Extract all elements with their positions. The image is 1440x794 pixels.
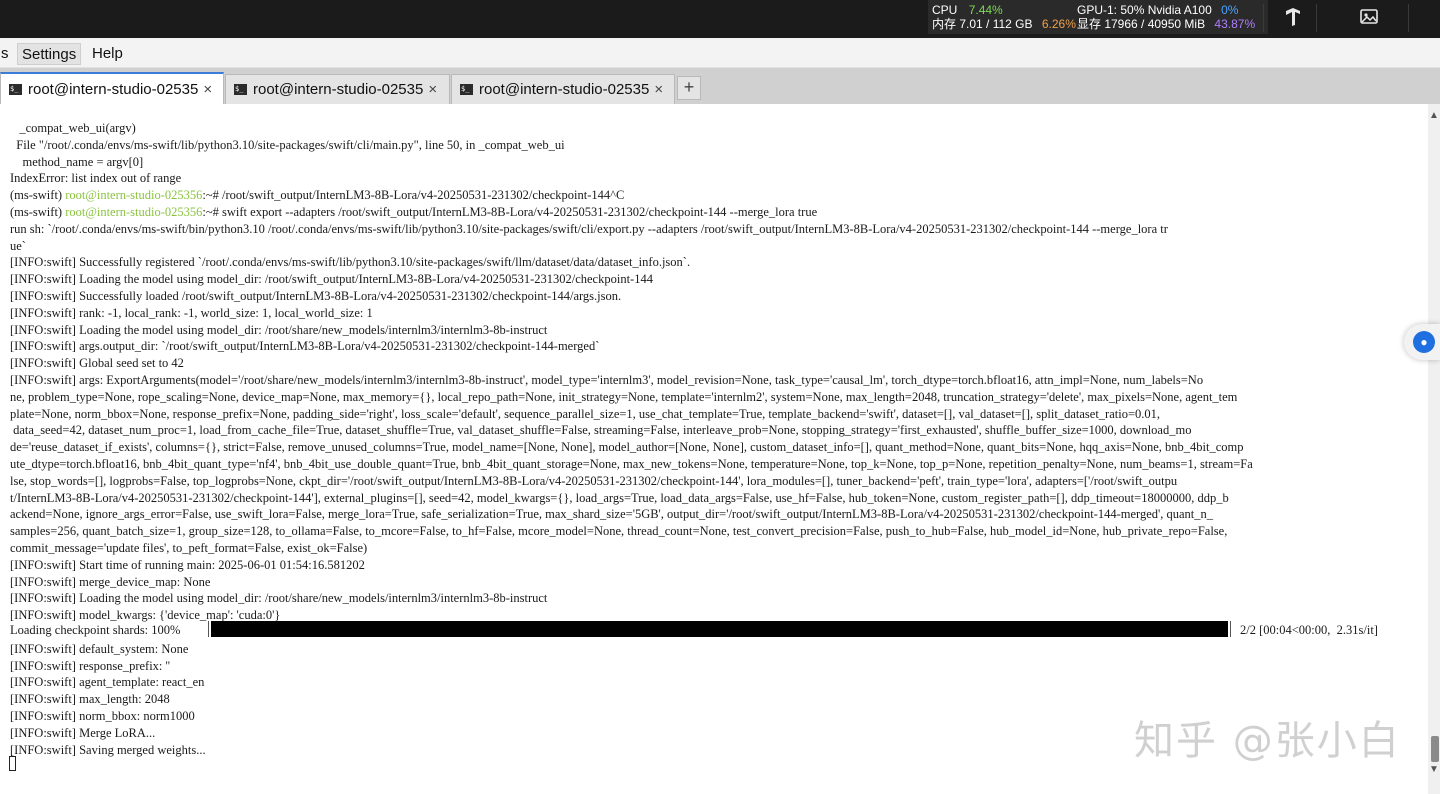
new-tab-button[interactable]: + (677, 76, 701, 100)
close-icon[interactable]: × (428, 81, 437, 98)
terminal-line: _compat_web_ui(argv) (10, 121, 136, 135)
tab-terminal-1[interactable]: $_ root@intern-studio-02535 × (0, 72, 224, 104)
vertical-scrollbar[interactable] (1428, 104, 1440, 794)
terminal-line: plate=None, norm_bbox=None, response_pre… (10, 406, 1160, 421)
terminal-line: run sh: `/root/.conda/envs/ms-swift/bin/… (10, 221, 1168, 236)
terminal-line: [INFO:swift] Successfully loaded /root/s… (10, 289, 622, 303)
scroll-down-icon[interactable]: ▼ (1429, 764, 1439, 775)
terminal-line: [INFO:swift] Loading the model using mod… (10, 322, 548, 337)
watermark: 知乎 @张小白 (1134, 718, 1401, 764)
terminal-line: [INFO:swift] default_system: None (10, 641, 189, 656)
menu-item-previous[interactable]: s (0, 43, 13, 65)
terminal-cursor (9, 756, 16, 771)
prompt-env: (ms-swift) (10, 188, 66, 202)
progress-label: Loading checkpoint shards: 100% (10, 623, 181, 637)
system-bar: CPU 7.44% 内存 7.01 / 112 GB 6.26% GPU-1: … (0, 0, 1440, 38)
terminal-line: data_seed=42, dataset_num_proc=1, load_f… (10, 423, 1192, 438)
progress-bar (211, 621, 1228, 637)
terminal-line: [INFO:swift] max_length: 2048 (10, 692, 170, 707)
tab-terminal-2[interactable]: $_ root@intern-studio-02535 × (225, 74, 450, 104)
menu-bar: s Settings Help (0, 38, 1440, 68)
close-icon[interactable]: × (203, 81, 212, 98)
terminal-line: commit_message='update files', to_peft_f… (10, 541, 368, 555)
terminal-icon: $_ (9, 83, 22, 95)
gpu-value: 0% (1221, 3, 1239, 17)
prompt-user: root@intern-studio-025356 (65, 188, 203, 202)
tab-label: root@intern-studio-02535 (253, 81, 424, 98)
terminal-output[interactable]: _compat_web_ui(argv) File "/root/.conda/… (0, 104, 1428, 794)
terminal-line: [INFO:swift] norm_bbox: norm1000 (10, 709, 195, 723)
scroll-up-icon[interactable]: ▲ (1429, 110, 1439, 121)
close-icon[interactable]: × (654, 81, 663, 98)
terminal-line: samples=256, quant_batch_size=1, group_s… (10, 524, 1228, 539)
prompt-line: (ms-swift) root@intern-studio-025356:~# … (10, 204, 817, 221)
terminal-line: [INFO:swift] merge_device_map: None (10, 574, 211, 589)
scrollbar-thumb[interactable] (1431, 736, 1439, 762)
cpu-label: CPU (932, 3, 958, 17)
terminal-line: File "/root/.conda/envs/ms-swift/lib/pyt… (10, 137, 565, 152)
cpu-value: 7.44% (968, 3, 1003, 17)
tab-terminal-3[interactable]: $_ root@intern-studio-02535 × (451, 74, 675, 104)
memory-stat: 内存 7.01 / 112 GB 6.26% (932, 17, 1076, 31)
tensorflow-logo-icon[interactable] (1282, 6, 1304, 28)
terminal-line: [INFO:swift] agent_template: react_en (10, 675, 205, 690)
vram-label: 显存 17966 / 40950 MiB (1077, 17, 1206, 31)
terminal-line: ackend=None, ignore_args_error=False, us… (10, 507, 1214, 522)
prompt-command: :~# swift export --adapters /root/swift_… (202, 205, 818, 219)
tab-label: root@intern-studio-02535 (28, 80, 199, 98)
terminal-line: [INFO:swift] Start time of running main:… (10, 557, 365, 572)
terminal-line: [INFO:swift] args: ExportArguments(model… (10, 373, 1204, 387)
terminal-line: [INFO:swift] Loading the model using mod… (10, 272, 653, 287)
terminal-line: ute_dtype=torch.bfloat16, bnb_4bit_quant… (10, 457, 1253, 471)
terminal-line: ue` (10, 238, 26, 253)
memory-label: 内存 7.01 / 112 GB (932, 17, 1033, 31)
vram-value: 43.87% (1214, 17, 1256, 31)
chat-bubble-icon: ● (1413, 331, 1435, 353)
terminal-line: IndexError: list index out of range (10, 171, 182, 186)
menu-item-settings[interactable]: Settings (17, 43, 82, 65)
terminal-icon: $_ (460, 84, 473, 95)
progress-cap-left (208, 621, 209, 637)
terminal-line: lse, stop_words=[], logprobs=False, top_… (10, 473, 1178, 488)
tab-label: root@intern-studio-02535 (479, 81, 650, 98)
terminal-line: ne, problem_type=None, rope_scaling=None… (10, 389, 1238, 404)
prompt-line: (ms-swift) root@intern-studio-025356:~# … (10, 187, 624, 204)
terminal-line: [INFO:swift] Merge LoRA... (10, 725, 156, 740)
prompt-env: (ms-swift) (10, 205, 66, 219)
tab-bar: $_ root@intern-studio-02535 × $_ root@in… (0, 68, 1440, 104)
cpu-stat: CPU 7.44% (932, 3, 1003, 17)
separator (1263, 4, 1264, 32)
vram-stat: 显存 17966 / 40950 MiB 43.87% (1077, 17, 1255, 31)
prompt-command: :~# /root/swift_output/InternLM3-8B-Lora… (202, 188, 625, 202)
terminal-line: method_name = argv[0] (10, 154, 144, 169)
terminal-line: [INFO:swift] Successfully registered `/r… (10, 255, 691, 270)
separator (1408, 4, 1409, 32)
progress-cap-right (1230, 621, 1231, 637)
menu-item-help[interactable]: Help (88, 43, 127, 65)
floating-assistant-button[interactable]: ● (1404, 324, 1440, 360)
progress-suffix: 2/2 [00:04<00:00, 2.31s/it] (1240, 623, 1378, 637)
prompt-user: root@intern-studio-025356 (65, 205, 203, 219)
terminal-line: de='reuse_dataset_if_exists', columns={}… (10, 440, 1244, 455)
terminal-line: [INFO:swift] args.output_dir: `/root/swi… (10, 339, 600, 354)
gpu-label: GPU-1: 50% Nvidia A100 (1077, 3, 1212, 17)
memory-value: 6.26% (1041, 17, 1076, 31)
terminal-line: [INFO:swift] rank: -1, local_rank: -1, w… (10, 305, 373, 320)
resource-monitor: CPU 7.44% 内存 7.01 / 112 GB 6.26% GPU-1: … (928, 0, 1268, 34)
terminal-icon: $_ (234, 84, 247, 95)
separator (1316, 4, 1317, 32)
image-icon[interactable] (1358, 6, 1380, 28)
terminal-line: [INFO:swift] Loading the model using mod… (10, 591, 548, 606)
terminal-line: [INFO:swift] response_prefix: '' (10, 658, 171, 673)
terminal-line: t/InternLM3-8B-Lora/v4-20250531-231302/c… (10, 490, 1229, 505)
terminal-line: [INFO:swift] Saving merged weights... (10, 742, 206, 757)
gpu-stat: GPU-1: 50% Nvidia A100 0% (1077, 3, 1238, 17)
terminal-line: [INFO:swift] Global seed set to 42 (10, 356, 184, 371)
